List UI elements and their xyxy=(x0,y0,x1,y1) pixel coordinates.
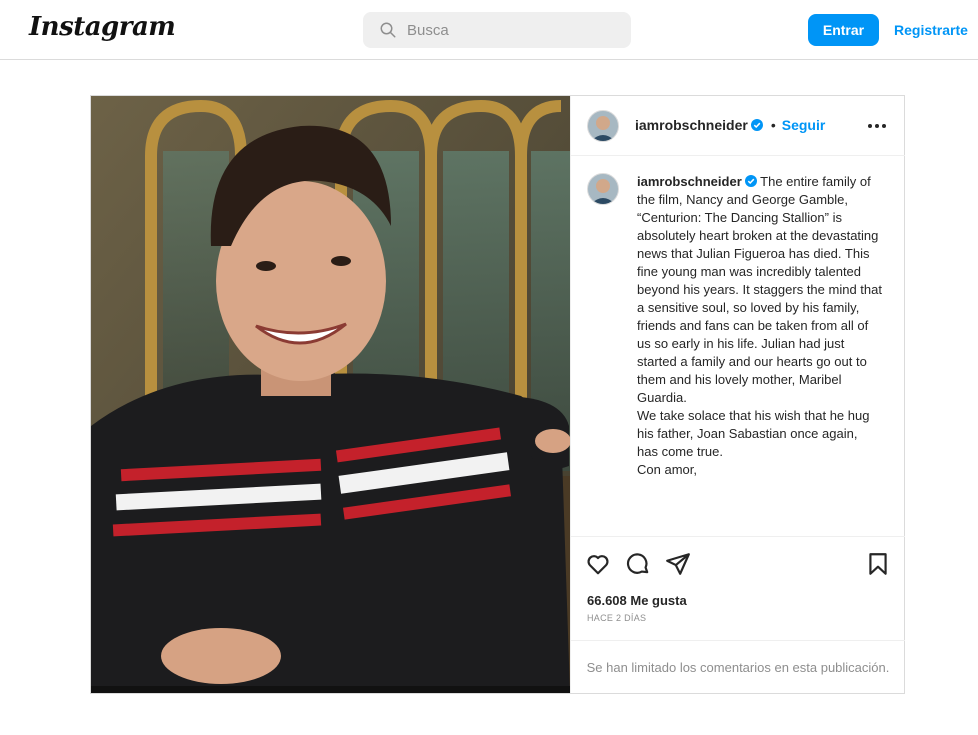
avatar-image xyxy=(588,111,618,141)
caption-username[interactable]: iamrobschneider xyxy=(637,174,742,189)
share-icon[interactable] xyxy=(665,551,691,577)
login-button[interactable]: Entrar xyxy=(808,14,879,46)
instagram-logo[interactable]: Instagram xyxy=(29,12,176,42)
search-icon xyxy=(380,22,396,38)
more-options-icon[interactable] xyxy=(867,123,887,129)
comments-limited-notice: Se han limitado los comentarios en esta … xyxy=(571,640,905,693)
post-photo xyxy=(91,96,570,693)
post-header: iamrobschneider • Seguir xyxy=(571,96,905,156)
signup-link[interactable]: Registrarte xyxy=(894,22,968,38)
likes-count[interactable]: 66.608 Me gusta xyxy=(587,593,687,608)
heart-icon[interactable] xyxy=(585,551,611,577)
caption-author-avatar[interactable] xyxy=(587,173,619,205)
avatar-image xyxy=(588,174,618,204)
top-nav: Instagram Busca Entrar Registrarte xyxy=(0,0,978,60)
post-side-panel: iamrobschneider • Seguir iamrobschneider… xyxy=(570,96,905,693)
verified-badge-icon xyxy=(744,175,757,187)
comment-icon[interactable] xyxy=(625,551,651,577)
header-user-row: iamrobschneider • Seguir xyxy=(635,117,825,133)
bookmark-icon[interactable] xyxy=(865,551,891,577)
post-timestamp[interactable]: HACE 2 DÍAS xyxy=(587,613,646,623)
search-placeholder[interactable]: Busca xyxy=(407,22,449,39)
author-username[interactable]: iamrobschneider xyxy=(635,117,748,133)
search-box[interactable]: Busca xyxy=(363,12,631,48)
post-card: iamrobschneider • Seguir iamrobschneider… xyxy=(90,95,905,694)
post-image[interactable] xyxy=(91,96,570,693)
caption-body: The entire family of the film, Nancy and… xyxy=(637,174,882,477)
caption-text: iamrobschneider The entire family of the… xyxy=(637,173,885,479)
verified-badge-icon xyxy=(750,119,763,131)
caption-section[interactable]: iamrobschneider The entire family of the… xyxy=(571,157,905,536)
author-avatar[interactable] xyxy=(587,110,619,142)
separator-dot: • xyxy=(770,117,776,133)
follow-button[interactable]: Seguir xyxy=(782,117,826,133)
action-bar: 66.608 Me gusta HACE 2 DÍAS xyxy=(571,536,905,640)
